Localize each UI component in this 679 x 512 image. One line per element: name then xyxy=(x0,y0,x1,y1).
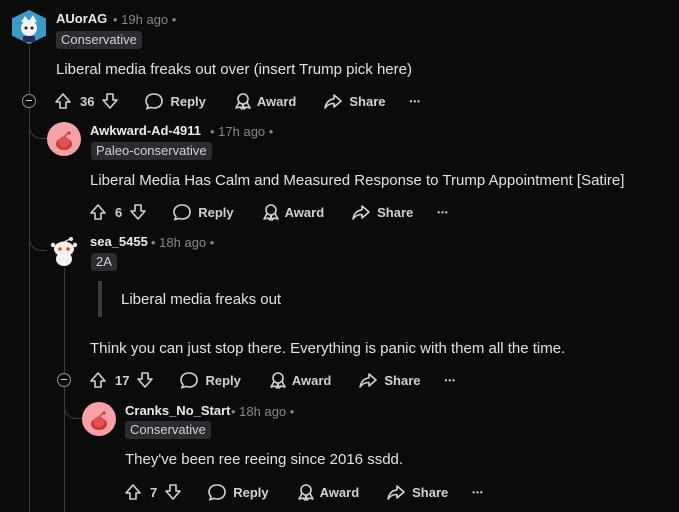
avatar[interactable] xyxy=(82,402,116,436)
comment-bubble-icon xyxy=(208,484,227,501)
share-button[interactable]: Share xyxy=(358,370,421,390)
reply-button[interactable]: Reply xyxy=(172,202,234,222)
collapse-thread-button[interactable] xyxy=(22,94,36,108)
reply-label: Reply xyxy=(233,484,269,500)
timestamp: • 18h ago • xyxy=(231,404,295,419)
avatar[interactable] xyxy=(12,10,46,44)
reply-label: Reply xyxy=(198,204,234,220)
more-options-button[interactable]: ••• xyxy=(472,488,483,497)
share-icon xyxy=(387,485,405,500)
award-icon xyxy=(262,204,279,221)
collapse-thread-button[interactable] xyxy=(57,373,71,387)
comment-bubble-icon xyxy=(145,93,164,110)
share-button[interactable]: Share xyxy=(386,482,448,502)
more-options-button[interactable]: ••• xyxy=(437,208,448,217)
timestamp: • 18h ago • xyxy=(151,235,215,250)
blockquote xyxy=(98,281,102,317)
comment-actions: 7 Reply Award Share ••• xyxy=(123,482,484,502)
comment-body: Liberal Media Has Calm and Measured Resp… xyxy=(90,172,625,189)
share-label: Share xyxy=(349,93,386,109)
share-icon xyxy=(352,205,370,220)
downvote-icon xyxy=(130,204,147,220)
comment-actions: 36 Reply Award Share ••• xyxy=(53,91,421,111)
downvote-button[interactable] xyxy=(163,482,183,502)
user-flair: Conservative xyxy=(125,421,211,439)
comment-bubble-icon xyxy=(180,372,199,389)
snoo-avatar-icon xyxy=(50,237,78,266)
downvote-button[interactable] xyxy=(100,91,120,111)
share-icon xyxy=(324,94,343,109)
upvote-icon xyxy=(55,93,71,109)
reply-button[interactable]: Reply xyxy=(179,370,241,390)
upvote-button[interactable] xyxy=(88,202,108,222)
award-label: Award xyxy=(319,484,360,500)
downvote-button[interactable] xyxy=(135,370,155,390)
comment-body: Think you can just stop there. Everythin… xyxy=(90,340,566,357)
username[interactable]: sea_5455 xyxy=(90,234,148,249)
username[interactable]: AUorAG xyxy=(56,11,107,26)
timestamp: • 17h ago • xyxy=(210,124,274,139)
award-icon xyxy=(235,93,251,110)
upvote-icon xyxy=(90,372,106,388)
quoted-text: Liberal media freaks out xyxy=(121,291,282,308)
vote-count: 17 xyxy=(115,372,130,388)
username[interactable]: Cranks_No_Start xyxy=(125,403,231,418)
share-label: Share xyxy=(377,204,414,220)
award-button[interactable]: Award xyxy=(296,482,360,502)
comment-bubble-icon xyxy=(173,204,192,221)
vote-count: 6 xyxy=(115,204,123,220)
share-button[interactable]: Share xyxy=(351,202,413,222)
comment-body: Liberal media freaks out over (insert Tr… xyxy=(56,61,412,78)
award-icon xyxy=(297,484,314,501)
user-flair: Paleo-conservative xyxy=(91,142,212,160)
share-button[interactable]: Share xyxy=(323,91,386,111)
more-options-button[interactable]: ••• xyxy=(410,97,421,106)
reply-label: Reply xyxy=(170,93,206,109)
vote-count: 7 xyxy=(150,484,158,500)
snoo-avatar-icon xyxy=(91,411,107,430)
upvote-icon xyxy=(125,484,141,500)
comment-actions: 6 Reply Award Share ••• xyxy=(88,202,449,222)
upvote-button[interactable] xyxy=(123,482,143,502)
share-label: Share xyxy=(412,484,449,500)
share-icon xyxy=(359,373,378,388)
snoo-avatar-icon xyxy=(56,131,72,150)
upvote-button[interactable] xyxy=(53,91,73,111)
comment-body: They've been ree reeing since 2016 ssdd. xyxy=(125,451,404,468)
downvote-button[interactable] xyxy=(128,202,148,222)
avatar[interactable] xyxy=(47,233,81,267)
award-button[interactable]: Award xyxy=(233,91,297,111)
username[interactable]: Awkward-Ad-4911 xyxy=(90,123,201,138)
reply-button[interactable]: Reply xyxy=(144,91,206,111)
user-flair: Conservative xyxy=(56,31,142,49)
more-options-button[interactable]: ••• xyxy=(445,376,456,385)
thread-connector xyxy=(64,390,83,419)
downvote-icon xyxy=(102,93,119,109)
reply-button[interactable]: Reply xyxy=(207,482,269,502)
timestamp: • 19h ago • xyxy=(113,12,177,27)
downvote-icon xyxy=(137,372,154,388)
downvote-icon xyxy=(165,484,182,500)
user-avatar-icon xyxy=(12,10,46,44)
award-label: Award xyxy=(284,204,325,220)
reply-label: Reply xyxy=(205,372,241,388)
award-label: Award xyxy=(291,372,332,388)
award-icon xyxy=(270,372,286,389)
vote-count: 36 xyxy=(80,93,95,109)
avatar[interactable] xyxy=(47,122,81,156)
share-label: Share xyxy=(384,372,421,388)
comment-actions: 17 Reply Award Share ••• xyxy=(88,370,456,390)
upvote-button[interactable] xyxy=(88,370,108,390)
award-button[interactable]: Award xyxy=(261,202,325,222)
award-label: Award xyxy=(256,93,297,109)
upvote-icon xyxy=(90,204,106,220)
award-button[interactable]: Award xyxy=(268,370,332,390)
user-flair: 2A xyxy=(91,253,117,271)
